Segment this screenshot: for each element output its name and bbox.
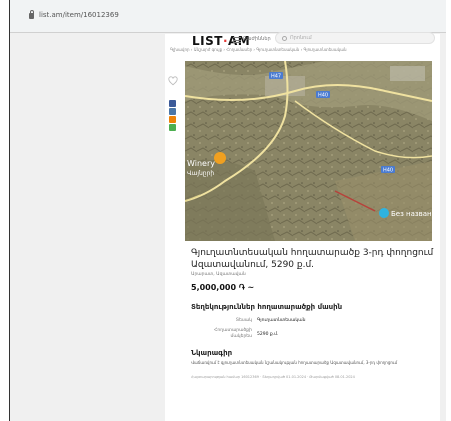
spec-label-area: Հողատարածքի մակերես xyxy=(214,328,252,339)
lock-icon xyxy=(29,10,34,19)
location-map[interactable]: H47 H40 H40 Winery Վայնըրի Без названия xyxy=(185,61,432,241)
road-badge-h40-top: H40 xyxy=(318,93,328,99)
listing-title: Գյուղատնտեսական հողատարածք 3-րդ փողոցում… xyxy=(191,248,434,270)
search-icon xyxy=(282,36,287,41)
place-pin-icon[interactable] xyxy=(379,208,389,218)
vk-icon[interactable] xyxy=(169,108,176,115)
listing-price: 5,000,000 ֏ ~ xyxy=(191,283,254,293)
description-section-title: Նկարագիր xyxy=(191,349,233,357)
favorite-heart-icon[interactable] xyxy=(168,76,178,86)
spec-value-type: Գյուղատնտեսական xyxy=(257,318,306,323)
listing-location[interactable]: Արարատ, Ազատավան xyxy=(191,272,246,277)
odnoklassniki-icon[interactable] xyxy=(169,116,176,123)
spec-label-type: Տեսակ xyxy=(235,318,252,323)
logo-main: LIST xyxy=(192,34,223,48)
site-logo[interactable]: LIST·AM xyxy=(192,34,250,48)
listing-meta: Հայտարարության համար 16012369 · Տեղադրվա… xyxy=(191,375,355,379)
url-text[interactable]: list.am/item/16012369 xyxy=(39,11,119,19)
road-badge-h40-right: H40 xyxy=(383,168,393,174)
search-input[interactable]: Որոնում xyxy=(275,32,435,44)
menu-label[interactable]: Բաժիններ xyxy=(243,36,271,42)
winery-label: Winery xyxy=(187,159,215,168)
road-badge-h47: H47 xyxy=(271,74,281,80)
place-label: Без названия xyxy=(391,210,432,218)
search-placeholder: Որոնում xyxy=(290,35,312,41)
winery-sublabel: Վայնըրի xyxy=(187,170,214,177)
spec-value-area: 5290 ք.մ. xyxy=(257,332,279,337)
info-section-title: Տեղեկություններ հողատարածքի մասին xyxy=(191,303,343,311)
facebook-icon[interactable] xyxy=(169,100,176,107)
description-text: Վաճառվում է գյուղատնտեսական նշանակության… xyxy=(191,360,398,365)
price-value: 5,000,000 ֏ xyxy=(191,283,245,292)
breadcrumb[interactable]: Գլխավոր › Անշարժ գույք › Հողամասեր › Գյո… xyxy=(170,47,438,52)
menu-icon[interactable] xyxy=(233,37,241,43)
messenger-icon[interactable] xyxy=(169,124,176,131)
winery-pin-icon[interactable] xyxy=(214,152,226,164)
price-suffix[interactable]: ~ xyxy=(248,283,255,292)
